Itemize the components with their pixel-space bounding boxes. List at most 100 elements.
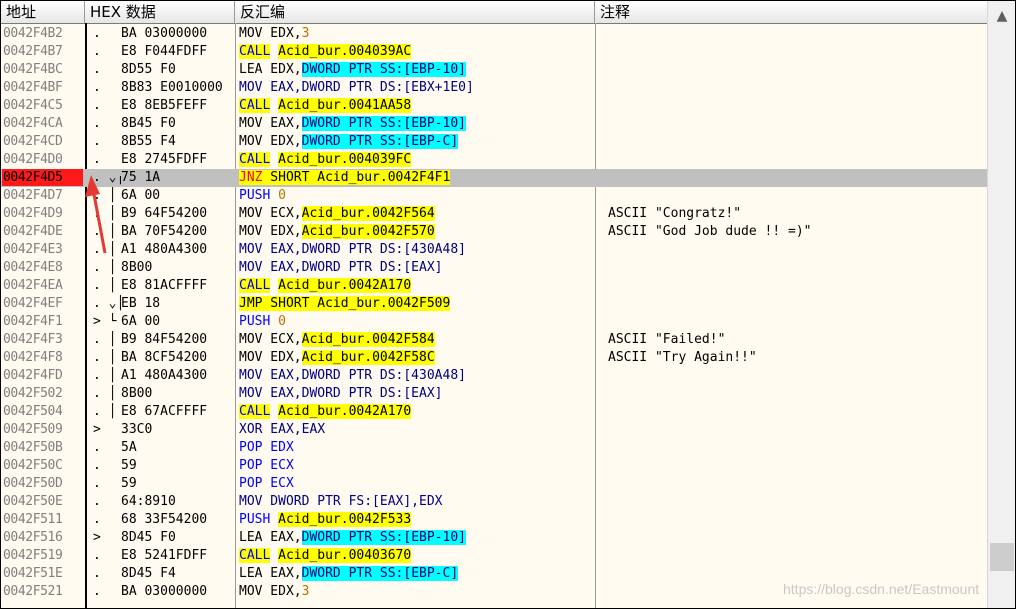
- instruction-token: DWORD PTR SS:[EBP-10]: [301, 116, 466, 131]
- row-address: 0042F4F8: [3, 350, 63, 365]
- code-row[interactable]: 0042F4EF . ⌄│EB 18 JMP SHORT Acid_bur.0042…: [1, 295, 987, 313]
- row-comment: [608, 295, 983, 312]
- row-hex-bytes: 59: [121, 458, 137, 473]
- instruction-token: MOV EAX,: [239, 116, 302, 131]
- instruction-token: Acid_bur.0042F564: [301, 206, 435, 221]
- code-row[interactable]: 0042F4E8 . │ 8B00 MOV EAX,DWORD PTR DS:[EAX…: [1, 259, 987, 277]
- instruction-token: POP EDX: [239, 440, 294, 455]
- code-row[interactable]: 0042F4EA . │ E8 81ACFFFF CALL Acid_bur.0042…: [1, 277, 987, 295]
- row-flow-marker: . │: [93, 404, 117, 419]
- instruction-token: CALL: [239, 98, 271, 113]
- instruction-token: PUSH: [239, 512, 279, 527]
- code-row[interactable]: 0042F50E. 64:8910 MOV DWORD PTR FS:[EAX],…: [1, 493, 987, 511]
- code-row[interactable]: 0042F4E3 . │ A1 480A4300 MOV EAX,DWORD PTR …: [1, 241, 987, 259]
- row-hex-bytes: 6A 00: [121, 188, 161, 203]
- row-hex-bytes: E8 F044FDFF: [121, 44, 208, 59]
- row-instruction: LEA EAX,DWORD PTR SS:[EBP-C]: [239, 565, 595, 582]
- row-instruction: CALL Acid_bur.004039FC: [239, 151, 595, 168]
- row-instruction: MOV EDX,3: [239, 25, 595, 42]
- code-row[interactable]: 0042F4D9 . │ B9 64F54200 MOV ECX,Acid_bur.0…: [1, 205, 987, 223]
- row-flow-marker: .: [93, 62, 101, 77]
- code-row[interactable]: 0042F50C. 59 POP ECX: [1, 457, 987, 475]
- row-hex-bytes: A1 480A4300: [121, 368, 208, 383]
- code-row[interactable]: 0042F4F8 . │ BA 8CF54200 MOV EDX,Acid_bur.0…: [1, 349, 987, 367]
- row-flow-marker: .: [93, 494, 109, 509]
- row-hex-bytes: 75 1A: [121, 170, 161, 185]
- row-hex-bytes: A1 480A4300: [121, 242, 208, 257]
- code-row[interactable]: 0042F4BF. 8B83 E0010000 MOV EAX,DWORD PTR …: [1, 79, 987, 97]
- instruction-token: [270, 152, 278, 167]
- row-flow-marker: >: [93, 530, 109, 545]
- row-comment: [608, 313, 983, 330]
- row-address: 0042F519: [3, 548, 63, 563]
- row-address: 0042F4CD: [3, 134, 63, 149]
- instruction-token: 3: [301, 26, 310, 41]
- code-row[interactable]: 0042F509 > 33C0 XOR EAX,EAX: [1, 421, 987, 439]
- row-instruction: JNZ SHORT Acid_bur.0042F4F1: [239, 169, 595, 186]
- row-instruction: MOV DWORD PTR FS:[EAX],EDX: [239, 493, 595, 510]
- row-instruction: POP ECX: [239, 475, 595, 492]
- code-row[interactable]: 0042F4D0. E8 2745FDFF CALL Acid_bur.004039…: [1, 151, 987, 169]
- instruction-token: LEA EAX,: [239, 530, 302, 545]
- code-row[interactable]: 0042F4F3 . │ B9 84F54200 MOV ECX,Acid_bur.0…: [1, 331, 987, 349]
- code-row[interactable]: 0042F50B. 5A POP EDX: [1, 439, 987, 457]
- code-row[interactable]: 0042F4C5. E8 8EB5FEFF CALL Acid_bur.0041AA…: [1, 97, 987, 115]
- row-address: 0042F509: [3, 422, 63, 437]
- row-flow-marker: .: [93, 512, 109, 527]
- header-disassembly[interactable]: 反汇编: [235, 1, 595, 23]
- code-row[interactable]: 0042F4D5 . ⌄┌75 1A JNZ SHORT Acid_bur.0042…: [1, 169, 987, 187]
- code-row[interactable]: 0042F50D. 59 POP ECX: [1, 475, 987, 493]
- row-flow-marker: . │: [93, 188, 117, 203]
- row-instruction: MOV EAX,DWORD PTR DS:[430A48]: [239, 241, 595, 258]
- code-row[interactable]: 0042F511. 68 33F54200 PUSH Acid_bur.0042F…: [1, 511, 987, 529]
- row-flow-marker: >: [93, 422, 109, 437]
- instruction-token: LEA EAX,: [239, 566, 302, 581]
- row-address: 0042F4BC: [3, 62, 63, 77]
- instruction-token: CALL: [239, 278, 271, 293]
- code-row[interactable]: 0042F4B7. E8 F044FDFF CALL Acid_bur.004039…: [1, 43, 987, 61]
- row-instruction: MOV EDX,3: [239, 583, 595, 600]
- code-row[interactable]: 0042F4DE . │ BA 70F54200 MOV EDX,Acid_bur.0…: [1, 223, 987, 241]
- header-comment[interactable]: 注释: [595, 1, 987, 23]
- code-row[interactable]: 0042F4FD . │ A1 480A4300 MOV EAX,DWORD PTR …: [1, 367, 987, 385]
- code-row[interactable]: 0042F516 > 8D45 F0 LEA EAX,DWORD PTR SS:[E…: [1, 529, 987, 547]
- scroll-up-icon[interactable]: ▲: [988, 1, 1015, 31]
- vertical-scrollbar[interactable]: ▲: [987, 1, 1015, 608]
- row-hex-bytes: BA 03000000: [121, 584, 208, 599]
- row-comment: [608, 151, 983, 168]
- instruction-token: CALL: [239, 404, 271, 419]
- row-flow-marker: . │: [93, 278, 117, 293]
- row-flow-marker: . ⌄│: [93, 296, 121, 311]
- code-row[interactable]: 0042F4BC. 8D55 F0 LEA EDX,DWORD PTR SS:[EB…: [1, 61, 987, 79]
- code-row[interactable]: 0042F4F1 > └ 6A 00 PUSH 0: [1, 313, 987, 331]
- code-row[interactable]: 0042F4CD. 8B55 F4 MOV EDX,DWORD PTR SS:[EB…: [1, 133, 987, 151]
- code-row[interactable]: 0042F504 . │ E8 67ACFFFF CALL Acid_bur.0042…: [1, 403, 987, 421]
- row-flow-marker: .: [93, 476, 109, 491]
- instruction-token: PUSH: [239, 188, 279, 203]
- instruction-token: DWORD PTR SS:[EBP-C]: [301, 134, 459, 149]
- row-address: 0042F4F3: [3, 332, 63, 347]
- code-row[interactable]: 0042F519. E8 5241FDFF CALL Acid_bur.00403…: [1, 547, 987, 565]
- header-hex[interactable]: HEX 数据: [85, 1, 235, 23]
- row-hex-bytes: B9 84F54200: [121, 332, 208, 347]
- instruction-token: Acid_bur.004039AC: [278, 44, 412, 59]
- instruction-token: XOR EAX,EAX: [239, 422, 326, 437]
- row-hex-bytes: 8B55 F4: [121, 134, 176, 149]
- row-address: 0042F4DE: [3, 224, 63, 239]
- code-row[interactable]: 0042F4D7 . │ 6A 00 PUSH 0: [1, 187, 987, 205]
- row-address: 0042F4EF: [3, 296, 63, 311]
- row-hex-bytes: 8D45 F4: [121, 566, 176, 581]
- header-address[interactable]: 地址: [1, 1, 85, 23]
- row-hex-bytes: BA 8CF54200: [121, 350, 208, 365]
- code-row[interactable]: 0042F4B2. BA 03000000 MOV EDX,3: [1, 25, 987, 43]
- row-comment: ASCII "God Job dude !! =)": [608, 224, 812, 239]
- row-address: 0042F511: [3, 512, 63, 527]
- row-flow-marker: .: [93, 44, 101, 59]
- row-instruction: MOV EAX,DWORD PTR DS:[EAX]: [239, 259, 595, 276]
- scroll-thumb[interactable]: [990, 543, 1014, 571]
- row-hex-bytes: 8B00: [121, 260, 153, 275]
- code-row[interactable]: 0042F502 . │ 8B00 MOV EAX,DWORD PTR DS:[EAX…: [1, 385, 987, 403]
- instruction-token: Acid_bur.0042F570: [301, 224, 435, 239]
- row-address: 0042F504: [3, 404, 63, 419]
- code-row[interactable]: 0042F4CA. 8B45 F0 MOV EAX,DWORD PTR SS:[EB…: [1, 115, 987, 133]
